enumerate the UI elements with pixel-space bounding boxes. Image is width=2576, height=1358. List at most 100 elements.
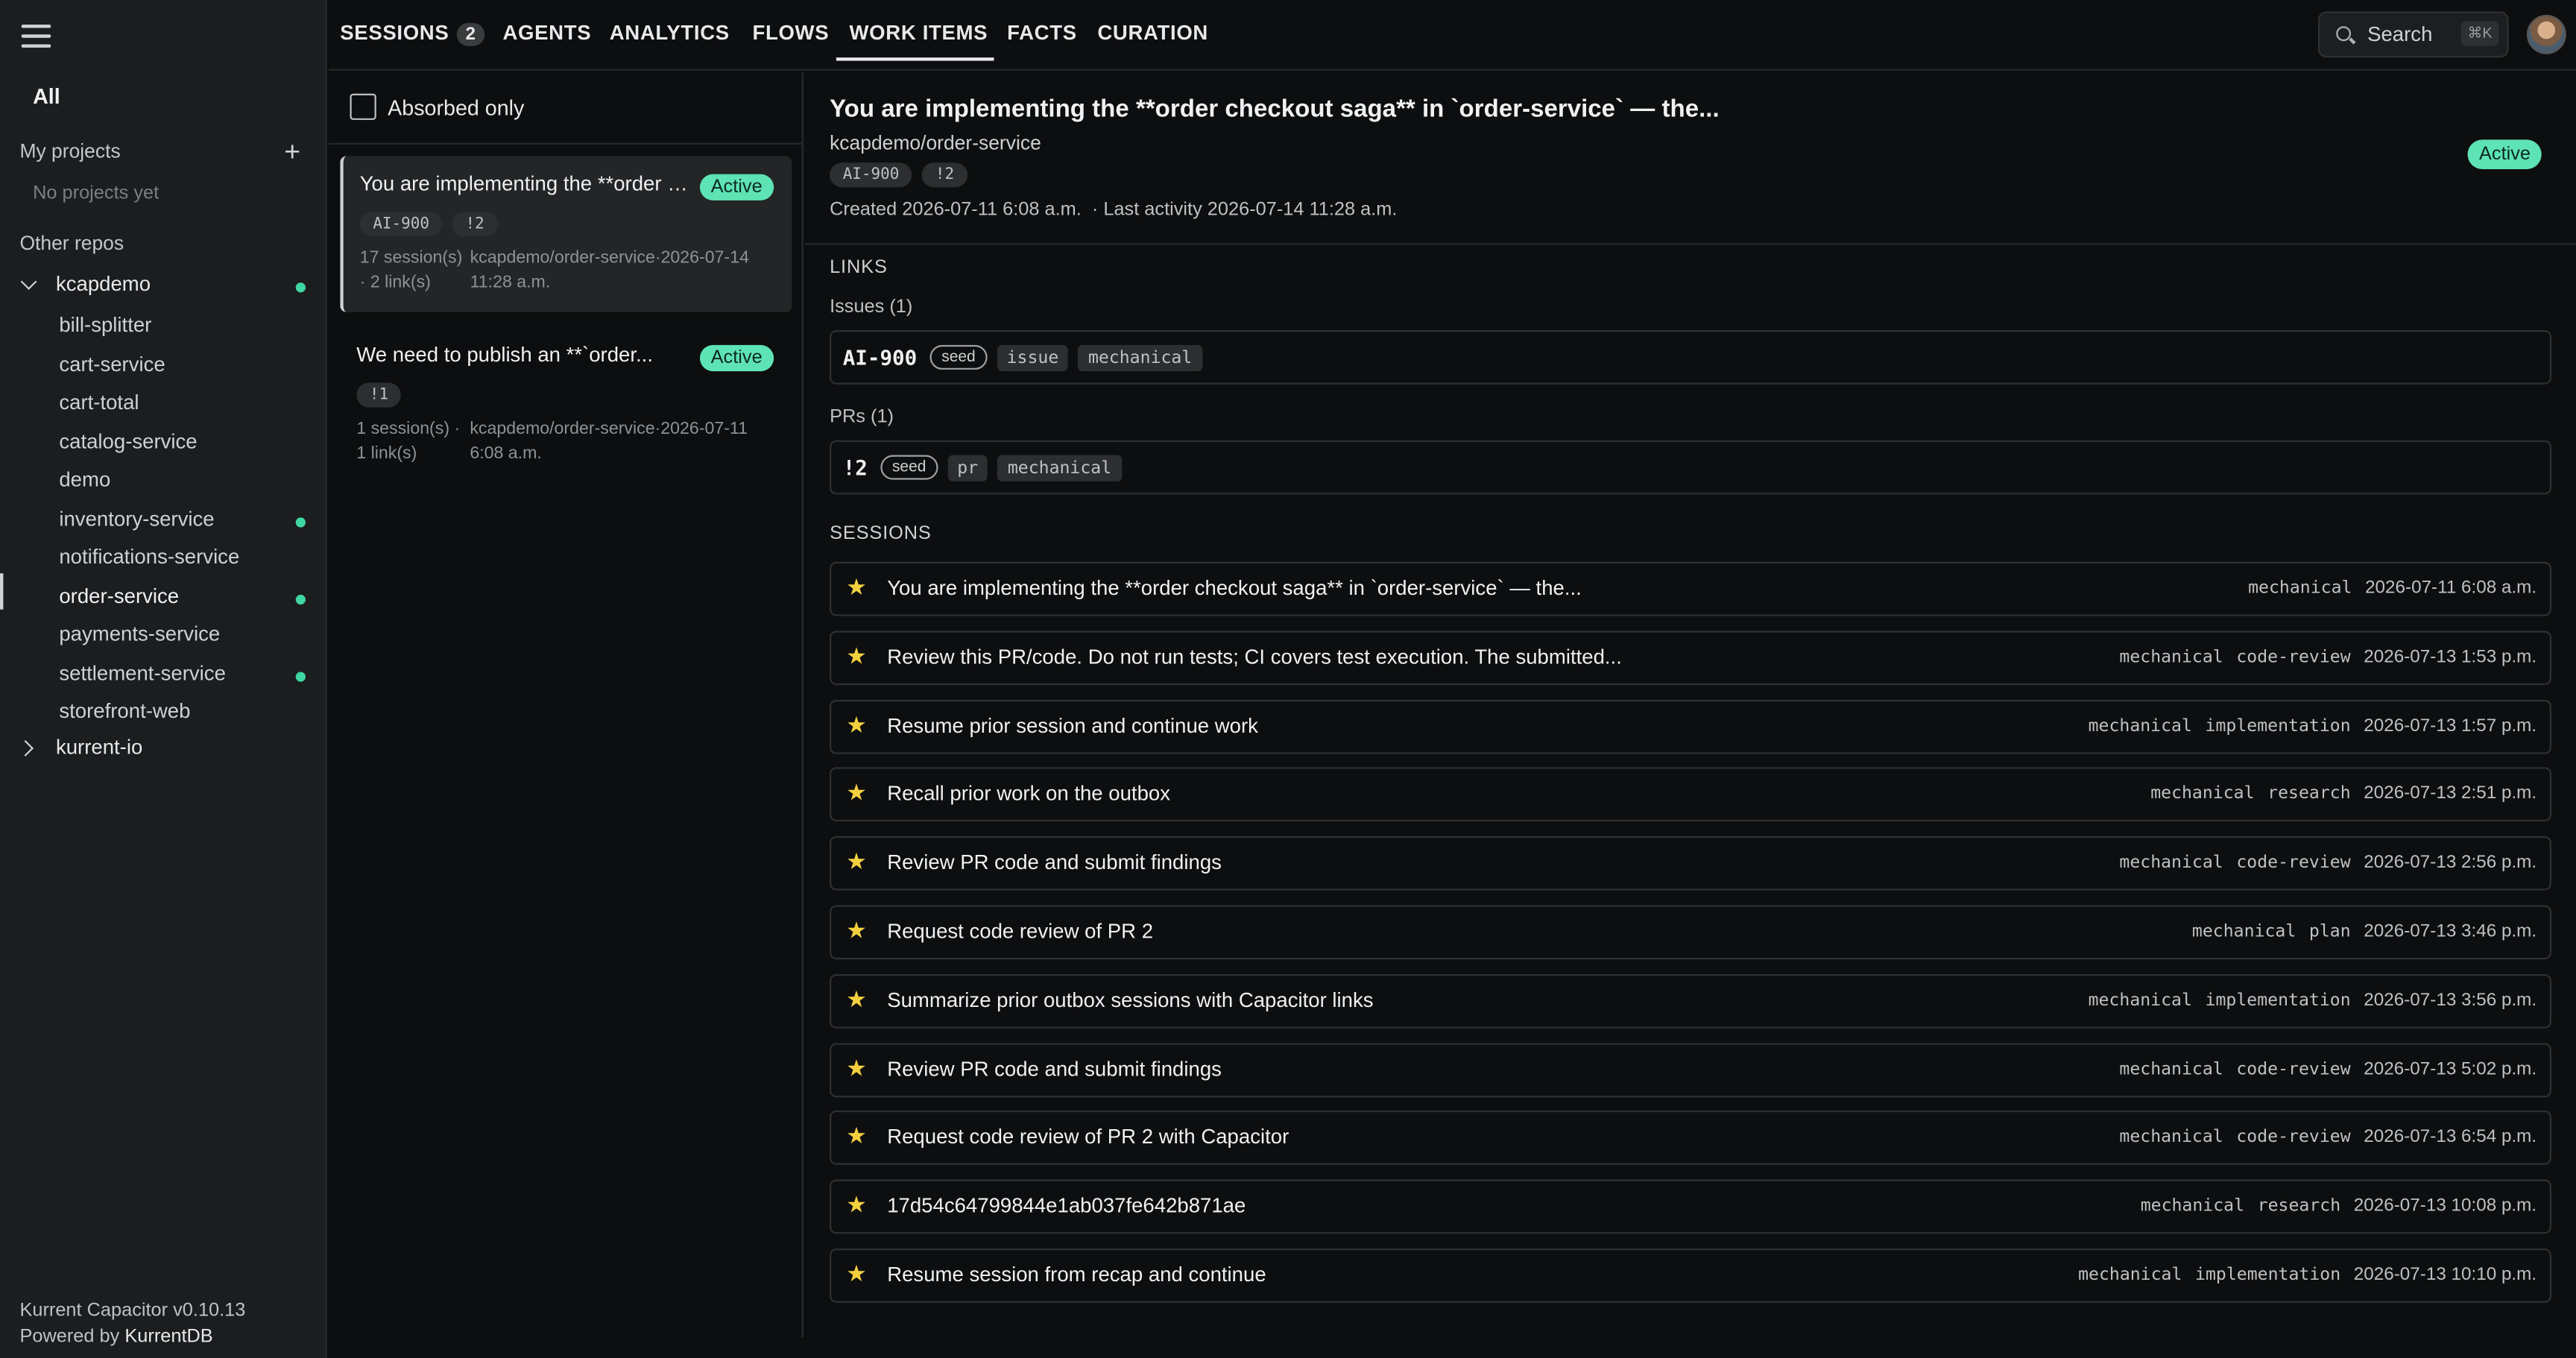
- tab-work-items[interactable]: WORK ITEMS: [850, 22, 988, 45]
- star-icon[interactable]: ★: [846, 644, 867, 667]
- tag: !1: [356, 382, 402, 408]
- session-meta: mechanical code-review 2026-07-13 2:56 p.m…: [2119, 853, 2536, 872]
- star-icon[interactable]: ★: [846, 1055, 867, 1078]
- activity-dot: [295, 593, 306, 604]
- session-tag: mechanical: [2119, 646, 2223, 667]
- version-text: Kurrent Capacitor v0.10.13: [19, 1301, 246, 1321]
- seed-badge: seed: [929, 344, 988, 370]
- star-icon[interactable]: ★: [846, 850, 867, 873]
- sidebar-item-inventory-service[interactable]: inventory-service: [59, 507, 214, 530]
- session-tag: mechanical: [2191, 921, 2296, 941]
- chevron-down-icon: [19, 276, 36, 292]
- links-heading: LINKS: [830, 258, 888, 278]
- session-tag: mechanical: [2140, 1196, 2245, 1216]
- session-tag: mechanical: [2088, 716, 2192, 736]
- tab-facts[interactable]: FACTS: [1007, 22, 1077, 45]
- session-row[interactable]: ★ 17d54c64799844e1ab037fe642b871ae mechani…: [830, 1179, 2551, 1234]
- session-tag: implementation: [2205, 990, 2351, 1011]
- session-meta: mechanical research 2026-07-13 2:51 p.m.: [2150, 784, 2536, 803]
- group-kurrent-io[interactable]: kurrent-io: [19, 736, 142, 759]
- session-meta: mechanical code-review 2026-07-13 5:02 p.m…: [2119, 1059, 2536, 1078]
- avatar[interactable]: [2526, 14, 2566, 54]
- activity-dot: [295, 671, 306, 681]
- search-label: Search: [2367, 22, 2433, 46]
- meta-counts: 17 session(s) · 2 link(s): [359, 247, 463, 293]
- absorbed-only-filter[interactable]: Absorbed only: [350, 93, 524, 120]
- session-meta: mechanical implementation 2026-07-13 3:56 …: [2089, 991, 2537, 1010]
- tab-flows[interactable]: FLOWS: [752, 22, 829, 45]
- star-icon[interactable]: ★: [846, 1193, 867, 1216]
- sidebar-item-cart-service[interactable]: cart-service: [59, 353, 165, 376]
- app-root: All My projects + No projects yet Other …: [0, 0, 2576, 1358]
- powered-by-prefix: Powered by: [19, 1326, 125, 1347]
- issues-heading: Issues (1): [830, 297, 913, 318]
- tab-sessions[interactable]: SESSIONS 2: [340, 22, 484, 46]
- activity-dot: [295, 282, 306, 293]
- sidebar-item-storefront-web[interactable]: storefront-web: [59, 700, 190, 723]
- group-label: kcapdemo: [55, 272, 151, 296]
- add-project-icon[interactable]: +: [284, 138, 300, 165]
- sidebar-item-demo[interactable]: demo: [59, 468, 110, 491]
- session-date: 2026-07-13 3:46 p.m.: [2364, 921, 2537, 941]
- divider: [328, 142, 804, 145]
- star-icon[interactable]: ★: [846, 1262, 867, 1285]
- sidebar-item-all[interactable]: All: [33, 83, 60, 108]
- issue-link-card[interactable]: AI-900 seed issue mechanical: [830, 330, 2551, 385]
- tab-curation[interactable]: CURATION: [1097, 22, 1208, 45]
- session-meta: mechanical 2026-07-11 6:08 a.m.: [2248, 578, 2536, 598]
- sidebar-item-bill-splitter[interactable]: bill-splitter: [59, 314, 151, 337]
- absorbed-only-checkbox[interactable]: [350, 93, 376, 120]
- session-date: 2026-07-13 2:56 p.m.: [2364, 853, 2537, 873]
- session-row[interactable]: ★ Request code review of PR 2 mechanical pl…: [830, 905, 2551, 960]
- tag: AI-900: [359, 212, 443, 237]
- star-icon[interactable]: ★: [846, 575, 867, 598]
- session-row[interactable]: ★ Recall prior work on the outbox mechanic…: [830, 768, 2551, 822]
- menu-icon[interactable]: [21, 25, 51, 48]
- session-tag: code-review: [2236, 853, 2351, 873]
- sidebar-item-catalog-service[interactable]: catalog-service: [59, 429, 197, 452]
- session-meta: mechanical research 2026-07-13 10:08 p.m.: [2141, 1196, 2536, 1216]
- detail-tags: AI-900 !2: [830, 162, 967, 188]
- session-row[interactable]: ★ Summarize prior outbox sessions with Ca…: [830, 973, 2551, 1029]
- star-icon[interactable]: ★: [846, 713, 867, 736]
- tab-agents[interactable]: AGENTS: [502, 22, 591, 45]
- session-title: Request code review of PR 2 with Capacit…: [887, 1125, 1289, 1149]
- session-tag: mechanical: [2078, 1265, 2182, 1285]
- session-date: 2026-07-13 10:10 p.m.: [2353, 1265, 2537, 1285]
- work-item-tags: !1: [356, 382, 775, 408]
- session-title: Summarize prior outbox sessions with Cap…: [887, 988, 1374, 1012]
- kurrentdb-link[interactable]: KurrentDB: [124, 1327, 212, 1346]
- sidebar-item-cart-total[interactable]: cart-total: [59, 391, 139, 414]
- work-item-title: We need to publish an **`order...: [356, 343, 654, 367]
- search-button[interactable]: Search ⌘K: [2317, 11, 2509, 58]
- star-icon[interactable]: ★: [846, 781, 867, 804]
- top-nav: SESSIONS 2 AGENTS ANALYTICS FLOWS WORK IT…: [328, 0, 2576, 71]
- group-kcapdemo[interactable]: kcapdemo: [19, 273, 151, 296]
- source-badge: mechanical: [1078, 344, 1202, 371]
- work-item-detail: You are implementing the **order checkou…: [805, 72, 2576, 1337]
- star-icon[interactable]: ★: [846, 987, 867, 1010]
- session-title: Request code review of PR 2: [887, 920, 1154, 944]
- star-icon[interactable]: ★: [846, 918, 867, 941]
- sidebar-item-order-service[interactable]: order-service: [59, 584, 179, 607]
- tag: !2: [452, 212, 498, 237]
- sidebar-item-notifications-service[interactable]: notifications-service: [59, 546, 239, 569]
- sidebar-item-settlement-service[interactable]: settlement-service: [59, 661, 226, 684]
- session-row[interactable]: ★ Review PR code and submit findings mecha…: [830, 836, 2551, 891]
- session-row[interactable]: ★ You are implementing the **order checko…: [830, 561, 2551, 616]
- active-indicator: [0, 573, 4, 610]
- pr-link-card[interactable]: !2 seed pr mechanical: [830, 440, 2551, 495]
- status-badge: Active: [2467, 139, 2542, 170]
- session-row[interactable]: ★ Review PR code and submit findings mecha…: [830, 1042, 2551, 1097]
- chevron-right-icon: [19, 739, 36, 756]
- work-item-card[interactable]: You are implementing the **order checkou…: [340, 156, 792, 312]
- session-row[interactable]: ★ Request code review of PR 2 with Capaci…: [830, 1111, 2551, 1166]
- session-row[interactable]: ★ Resume prior session and continue work m…: [830, 699, 2551, 754]
- sidebar-item-payments-service[interactable]: payments-service: [59, 622, 220, 645]
- session-row[interactable]: ★ Resume session from recap and continue m…: [830, 1248, 2551, 1303]
- work-item-card[interactable]: We need to publish an **`order... Active…: [340, 327, 792, 483]
- work-item-meta: 1 session(s) · 1 link(s) kcapdemo/order-…: [356, 417, 775, 467]
- star-icon[interactable]: ★: [846, 1124, 867, 1147]
- tab-analytics[interactable]: ANALYTICS: [610, 22, 730, 45]
- session-row[interactable]: ★ Review this PR/code. Do not run tests; …: [830, 630, 2551, 685]
